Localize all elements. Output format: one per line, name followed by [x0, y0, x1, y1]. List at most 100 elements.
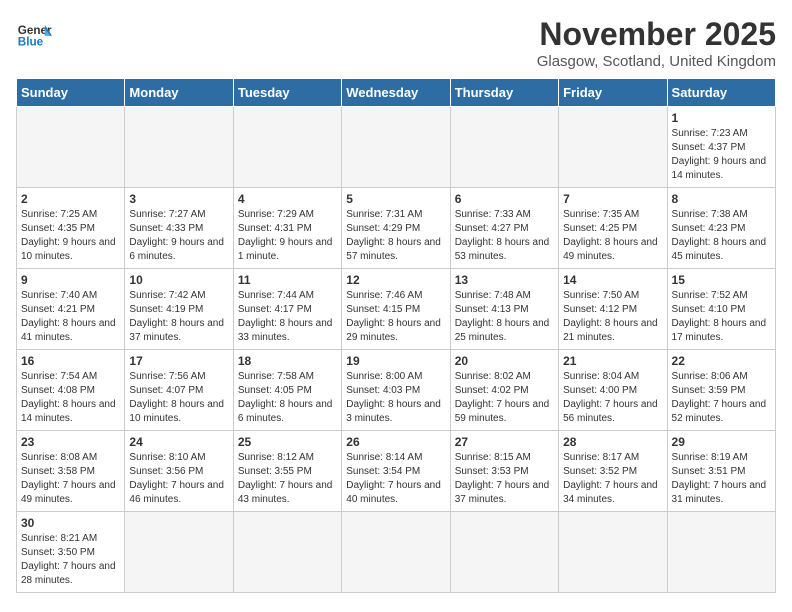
weekday-header-monday: Monday: [125, 79, 233, 107]
day-info: Sunrise: 7:54 AM Sunset: 4:08 PM Dayligh…: [21, 370, 120, 426]
day-info: Sunrise: 8:06 AM Sunset: 3:59 PM Dayligh…: [672, 370, 771, 426]
weekday-header-friday: Friday: [559, 79, 667, 107]
calendar-cell-w4-d0: 23Sunrise: 8:08 AM Sunset: 3:58 PM Dayli…: [17, 431, 125, 512]
day-number: 8: [672, 192, 771, 206]
week-row-3: 16 Sunrise: 7:54 AM Sunset: 4:08 PM Dayli…: [17, 350, 776, 431]
weekday-header-thursday: Thursday: [450, 79, 558, 107]
calendar-cell-w0-d6: 1 Sunrise: 7:23 AM Sunset: 4:37 PM Daylig…: [667, 107, 775, 188]
day-info: Sunrise: 7:23 AM Sunset: 4:37 PM Dayligh…: [672, 127, 771, 183]
calendar-cell-w3-d2: 18Sunrise: 7:58 AM Sunset: 4:05 PM Dayli…: [233, 350, 341, 431]
calendar-cell-w4-d6: 29 Sunrise: 8:19 AM Sunset: 3:51 PM Dayli…: [667, 431, 775, 512]
calendar-cell-w1-d2: 4Sunrise: 7:29 AM Sunset: 4:31 PM Daylig…: [233, 188, 341, 269]
title-block: November 2025 Glasgow, Scotland, United …: [537, 16, 776, 70]
calendar-cell-w0-d3: [342, 107, 450, 188]
day-info: Sunrise: 7:56 AM Sunset: 4:07 PM Dayligh…: [129, 370, 228, 426]
calendar-cell-w3-d0: 16 Sunrise: 7:54 AM Sunset: 4:08 PM Dayli…: [17, 350, 125, 431]
day-number: 20: [455, 354, 554, 368]
calendar-cell-w1-d5: 7 Sunrise: 7:35 AM Sunset: 4:25 PM Daylig…: [559, 188, 667, 269]
calendar-cell-w5-d5: [559, 512, 667, 593]
day-number: 4: [238, 192, 337, 206]
calendar-cell-w2-d0: 9 Sunrise: 7:40 AM Sunset: 4:21 PM Daylig…: [17, 269, 125, 350]
day-number: 19: [346, 354, 445, 368]
day-info: Sunrise: 8:21 AM Sunset: 3:50 PM Dayligh…: [21, 532, 120, 588]
calendar-cell-w4-d5: 28 Sunrise: 8:17 AM Sunset: 3:52 PM Dayli…: [559, 431, 667, 512]
day-number: 2: [21, 192, 120, 206]
calendar-cell-w3-d4: 20Sunrise: 8:02 AM Sunset: 4:02 PM Dayli…: [450, 350, 558, 431]
calendar-table: SundayMondayTuesdayWednesdayThursdayFrid…: [16, 78, 776, 593]
logo-icon: General Blue: [16, 16, 52, 52]
day-number: 1: [672, 111, 771, 125]
calendar-cell-w3-d1: 17 Sunrise: 7:56 AM Sunset: 4:07 PM Dayli…: [125, 350, 233, 431]
calendar-cell-w5-d0: 30 Sunrise: 8:21 AM Sunset: 3:50 PM Dayli…: [17, 512, 125, 593]
day-number: 9: [21, 273, 120, 287]
calendar-cell-w3-d3: 19 Sunrise: 8:00 AM Sunset: 4:03 PM Dayli…: [342, 350, 450, 431]
day-info: Sunrise: 8:14 AM Sunset: 3:54 PM Dayligh…: [346, 451, 445, 507]
calendar-cell-w0-d2: [233, 107, 341, 188]
day-info: Sunrise: 7:33 AM Sunset: 4:27 PM Dayligh…: [455, 208, 554, 264]
day-number: 25: [238, 435, 337, 449]
calendar-cell-w5-d4: [450, 512, 558, 593]
calendar-cell-w4-d2: 25 Sunrise: 8:12 AM Sunset: 3:55 PM Dayli…: [233, 431, 341, 512]
calendar-cell-w3-d5: 21 Sunrise: 8:04 AM Sunset: 4:00 PM Dayli…: [559, 350, 667, 431]
week-row-5: 30 Sunrise: 8:21 AM Sunset: 3:50 PM Dayli…: [17, 512, 776, 593]
day-info: Sunrise: 7:52 AM Sunset: 4:10 PM Dayligh…: [672, 289, 771, 345]
day-number: 29: [672, 435, 771, 449]
day-info: Sunrise: 8:19 AM Sunset: 3:51 PM Dayligh…: [672, 451, 771, 507]
day-info: Sunrise: 8:10 AM Sunset: 3:56 PM Dayligh…: [129, 451, 228, 507]
calendar-cell-w0-d0: [17, 107, 125, 188]
svg-text:Blue: Blue: [18, 36, 44, 49]
day-info: Sunrise: 8:12 AM Sunset: 3:55 PM Dayligh…: [238, 451, 337, 507]
day-info: Sunrise: 7:42 AM Sunset: 4:19 PM Dayligh…: [129, 289, 228, 345]
day-number: 27: [455, 435, 554, 449]
week-row-2: 9 Sunrise: 7:40 AM Sunset: 4:21 PM Daylig…: [17, 269, 776, 350]
day-number: 15: [672, 273, 771, 287]
day-info: Sunrise: 7:38 AM Sunset: 4:23 PM Dayligh…: [672, 208, 771, 264]
month-title: November 2025: [537, 16, 776, 53]
day-number: 24: [129, 435, 228, 449]
calendar-cell-w4-d3: 26 Sunrise: 8:14 AM Sunset: 3:54 PM Dayli…: [342, 431, 450, 512]
calendar-cell-w0-d5: [559, 107, 667, 188]
day-number: 30: [21, 516, 120, 530]
calendar-cell-w5-d3: [342, 512, 450, 593]
day-number: 14: [563, 273, 662, 287]
calendar-cell-w1-d1: 3 Sunrise: 7:27 AM Sunset: 4:33 PM Daylig…: [125, 188, 233, 269]
header: General Blue November 2025 Glasgow, Scot…: [16, 16, 776, 70]
weekday-header-row: SundayMondayTuesdayWednesdayThursdayFrid…: [17, 79, 776, 107]
calendar-cell-w5-d2: [233, 512, 341, 593]
calendar-cell-w2-d1: 10Sunrise: 7:42 AM Sunset: 4:19 PM Dayli…: [125, 269, 233, 350]
day-info: Sunrise: 7:35 AM Sunset: 4:25 PM Dayligh…: [563, 208, 662, 264]
day-number: 28: [563, 435, 662, 449]
calendar-cell-w0-d1: [125, 107, 233, 188]
day-number: 16: [21, 354, 120, 368]
calendar-cell-w3-d6: 22Sunrise: 8:06 AM Sunset: 3:59 PM Dayli…: [667, 350, 775, 431]
day-number: 17: [129, 354, 228, 368]
day-number: 7: [563, 192, 662, 206]
calendar-cell-w5-d6: [667, 512, 775, 593]
calendar-cell-w1-d3: 5 Sunrise: 7:31 AM Sunset: 4:29 PM Daylig…: [342, 188, 450, 269]
day-info: Sunrise: 8:17 AM Sunset: 3:52 PM Dayligh…: [563, 451, 662, 507]
day-info: Sunrise: 7:40 AM Sunset: 4:21 PM Dayligh…: [21, 289, 120, 345]
day-number: 11: [238, 273, 337, 287]
day-number: 3: [129, 192, 228, 206]
day-info: Sunrise: 8:00 AM Sunset: 4:03 PM Dayligh…: [346, 370, 445, 426]
calendar-cell-w0-d4: [450, 107, 558, 188]
weekday-header-wednesday: Wednesday: [342, 79, 450, 107]
day-number: 5: [346, 192, 445, 206]
calendar-cell-w2-d6: 15 Sunrise: 7:52 AM Sunset: 4:10 PM Dayli…: [667, 269, 775, 350]
day-info: Sunrise: 8:08 AM Sunset: 3:58 PM Dayligh…: [21, 451, 120, 507]
day-number: 6: [455, 192, 554, 206]
day-number: 21: [563, 354, 662, 368]
day-info: Sunrise: 8:15 AM Sunset: 3:53 PM Dayligh…: [455, 451, 554, 507]
week-row-0: 1 Sunrise: 7:23 AM Sunset: 4:37 PM Daylig…: [17, 107, 776, 188]
day-info: Sunrise: 7:27 AM Sunset: 4:33 PM Dayligh…: [129, 208, 228, 264]
day-info: Sunrise: 7:31 AM Sunset: 4:29 PM Dayligh…: [346, 208, 445, 264]
day-info: Sunrise: 8:04 AM Sunset: 4:00 PM Dayligh…: [563, 370, 662, 426]
day-number: 12: [346, 273, 445, 287]
calendar-cell-w2-d5: 14Sunrise: 7:50 AM Sunset: 4:12 PM Dayli…: [559, 269, 667, 350]
calendar-cell-w4-d4: 27 Sunrise: 8:15 AM Sunset: 3:53 PM Dayli…: [450, 431, 558, 512]
day-number: 26: [346, 435, 445, 449]
logo: General Blue: [16, 16, 52, 52]
calendar-cell-w4-d1: 24 Sunrise: 8:10 AM Sunset: 3:56 PM Dayli…: [125, 431, 233, 512]
day-info: Sunrise: 7:48 AM Sunset: 4:13 PM Dayligh…: [455, 289, 554, 345]
day-info: Sunrise: 7:44 AM Sunset: 4:17 PM Dayligh…: [238, 289, 337, 345]
